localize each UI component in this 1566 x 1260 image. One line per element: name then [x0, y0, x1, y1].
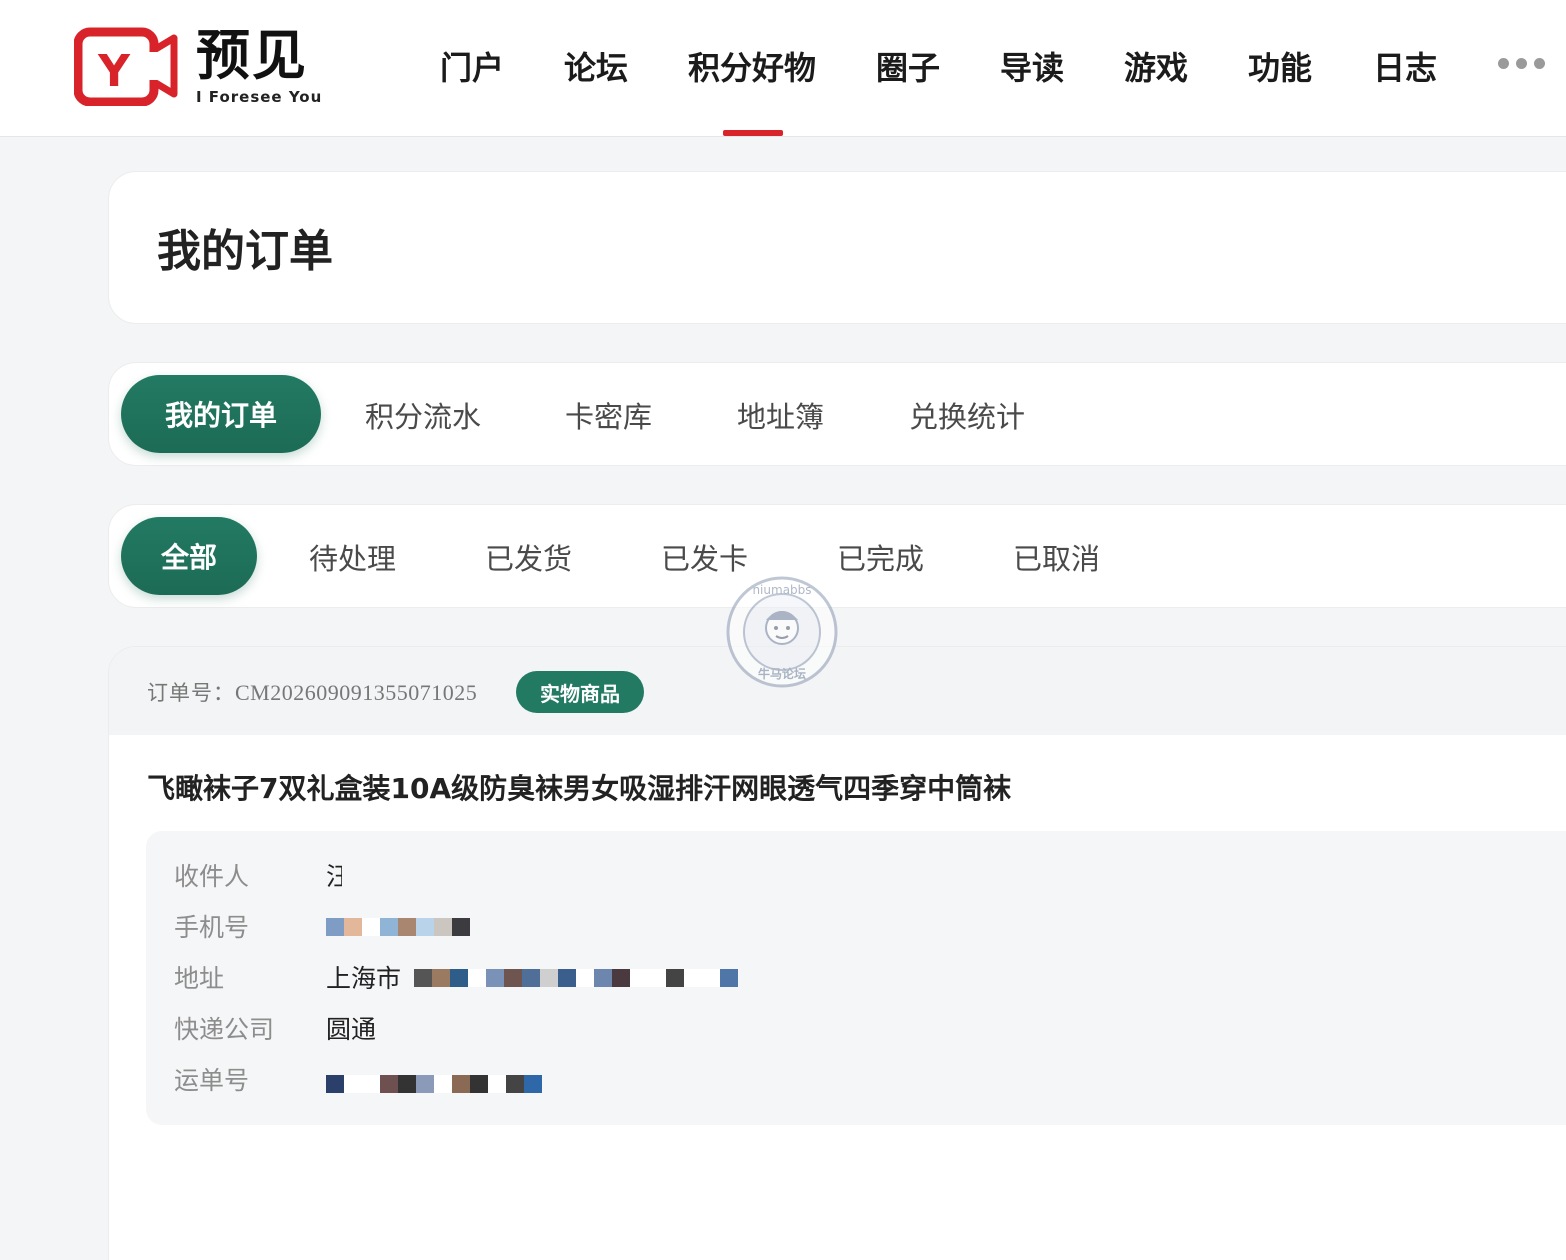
filter-completed[interactable]: 已完成 — [837, 539, 924, 579]
logo-tagline: I Foresee You — [196, 88, 323, 106]
watermark-top-text: niumabbs — [752, 583, 811, 597]
phone-row: 手机号 — [174, 910, 1566, 946]
tab-card-keys[interactable]: 卡密库 — [565, 397, 652, 437]
order-number-label: 订单号： — [147, 681, 235, 705]
tracking-redacted — [326, 1075, 542, 1093]
order-card: 订单号：CM2026090913550710​25 实物商品 飞瞰袜子7双礼盒装… — [108, 646, 1566, 1260]
phone-label: 手机号 — [174, 913, 250, 942]
tracking-row: 运单号 — [174, 1063, 1566, 1099]
page-title: 我的订单 — [157, 226, 333, 277]
more-dots-icon[interactable] — [1498, 58, 1548, 74]
address-value: 上海市 — [326, 964, 402, 993]
address-row: 地址 上海市 — [174, 961, 1566, 997]
tab-my-orders[interactable]: 我的订单 — [121, 375, 321, 453]
recipient-value: 汪 — [326, 862, 352, 891]
site-logo[interactable]: Y 预见 I Foresee You — [74, 22, 334, 112]
forum-watermark-icon: niumabbs 牛马论坛 — [726, 576, 838, 688]
recipient-row: 收件人 汪 — [174, 859, 1566, 895]
filter-cancelled[interactable]: 已取消 — [1013, 539, 1100, 579]
nav-item-features[interactable]: 功能 — [1248, 46, 1312, 90]
page-title-card: 我的订单 — [108, 171, 1566, 324]
product-name[interactable]: 飞瞰袜子7双礼盒装10A级防臭袜男女吸湿排汗网眼透气四季穿中筒袜 — [147, 771, 1011, 807]
order-section-tabs: 我的订单 积分流水 卡密库 地址簿 兑换统计 — [108, 362, 1566, 466]
nav-item-portal[interactable]: 门户 — [440, 46, 504, 90]
phone-redacted — [326, 918, 470, 936]
shipping-info: 收件人 汪 手机号 地址 上海市 快递公司 圆通 运单号 — [146, 831, 1566, 1125]
tab-address-book[interactable]: 地址簿 — [737, 397, 824, 437]
logo-letter: Y — [97, 46, 131, 97]
nav-item-guide[interactable]: 导读 — [1000, 46, 1064, 90]
courier-row: 快递公司 圆通 — [174, 1012, 1566, 1048]
nav-item-blog[interactable]: 日志 — [1373, 46, 1437, 90]
address-label: 地址 — [174, 964, 225, 993]
logo-mark-icon: Y — [74, 27, 178, 106]
site-header: Y 预见 I Foresee You 门户 论坛 积分好物 圈子 导读 游戏 功… — [0, 0, 1566, 137]
nav-item-forum[interactable]: 论坛 — [564, 46, 628, 90]
filter-card-issued[interactable]: 已发卡 — [661, 539, 748, 579]
order-number: 订单号：CM2026090913550710​25 — [147, 677, 477, 707]
recipient-label: 收件人 — [174, 862, 250, 891]
courier-label: 快递公司 — [174, 1015, 275, 1044]
tab-redeem-stats[interactable]: 兑换统计 — [909, 397, 1025, 437]
tab-points-history[interactable]: 积分流水 — [365, 397, 481, 437]
order-number-value: CM2026090913550710​25 — [235, 680, 478, 705]
courier-value: 圆通 — [326, 1015, 377, 1044]
nav-item-circles[interactable]: 圈子 — [876, 46, 940, 90]
filter-shipped[interactable]: 已发货 — [485, 539, 572, 579]
logo-name: 预见 — [196, 24, 308, 87]
nav-active-indicator — [723, 130, 783, 136]
order-type-badge: 实物商品 — [516, 671, 644, 713]
filter-pending[interactable]: 待处理 — [309, 539, 396, 579]
nav-item-games[interactable]: 游戏 — [1124, 46, 1188, 90]
address-redacted — [414, 969, 738, 987]
watermark-bottom-text: 牛马论坛 — [758, 666, 806, 681]
nav-item-points-shop[interactable]: 积分好物 — [688, 46, 816, 90]
tracking-label: 运单号 — [174, 1066, 250, 1095]
filter-all[interactable]: 全部 — [121, 517, 257, 595]
